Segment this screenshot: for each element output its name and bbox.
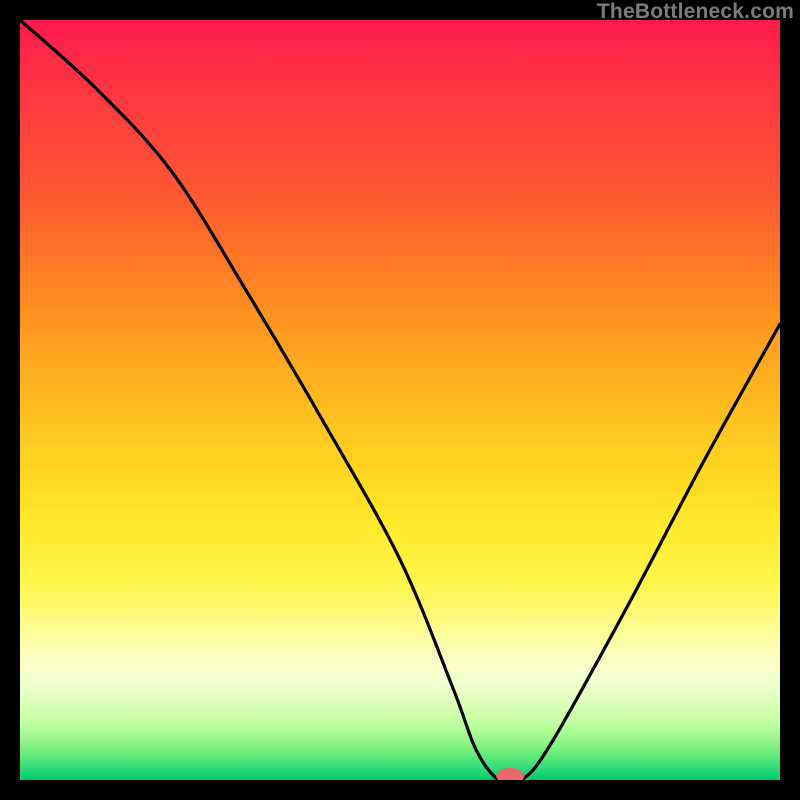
optimal-point-marker xyxy=(496,768,524,780)
chart-frame: TheBottleneck.com xyxy=(0,0,800,800)
curve-overlay xyxy=(20,20,780,780)
plot-area xyxy=(20,20,780,780)
bottleneck-curve-path xyxy=(20,20,780,780)
